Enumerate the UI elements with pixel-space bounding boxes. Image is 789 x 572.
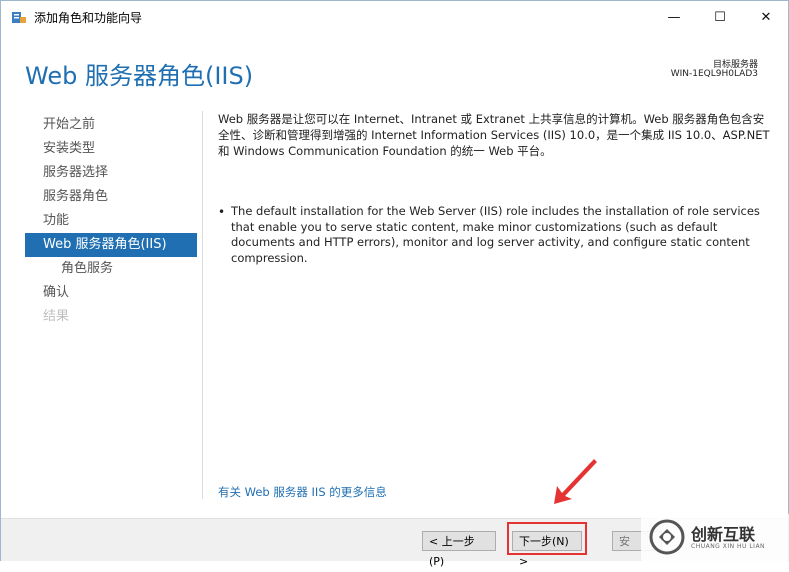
nav-item-results: 结果 [43,309,70,324]
nav-item-before-you-begin[interactable]: 开始之前 [25,113,197,137]
watermark-text: 创新互联 [691,525,756,544]
minimize-button[interactable]: — [651,1,697,33]
nav-item-features[interactable]: 功能 [25,209,197,233]
nav-item-server-selection[interactable]: 服务器选择 [25,161,197,185]
nav-item-installation-type[interactable]: 安装类型 [25,137,197,161]
window-title: 添加角色和功能向导 [34,11,143,25]
nav-divider [202,111,203,499]
note-list-item: • The default installation for the Web S… [218,204,770,266]
bullet-icon: • [218,205,226,219]
watermark-subtext: CHUANG XIN HU LIAN [691,543,766,550]
nav-item-server-roles[interactable]: 服务器角色 [25,185,197,209]
brand-logo-icon [649,519,685,555]
maximize-button[interactable]: ☐ [697,1,743,33]
wizard-nav: 开始之前 安装类型 服务器选择 服务器角色 功能 Web 服务器角色(IIS) … [25,113,197,329]
title-bar: 添加角色和功能向导 — ☐ ✕ [1,1,788,33]
target-server-value: WIN-1EQL9H0LAD3 [670,69,758,79]
nav-item-role-services[interactable]: 角色服务 [25,257,197,281]
close-button[interactable]: ✕ [743,1,789,33]
next-button[interactable]: 下一步(N) > [512,531,582,568]
nav-item-confirmation[interactable]: 确认 [25,281,197,305]
page-title: Web 服务器角色(IIS) [25,62,254,90]
default-installation-note: The default installation for the Web Ser… [231,204,760,265]
watermark-logo: 创新互联 CHUANG XIN HU LIAN [641,513,789,562]
previous-button[interactable]: < 上一步(P) [422,531,496,568]
more-info-link[interactable]: 有关 Web 服务器 IIS 的更多信息 [218,484,387,500]
wizard-window: 添加角色和功能向导 — ☐ ✕ Web 服务器角色(IIS) 目标服务器 WIN… [0,0,789,568]
role-description: Web 服务器是让您可以在 Internet、Intranet 或 Extran… [218,112,770,158]
server-manager-icon [12,12,26,23]
nav-item-web-server-role[interactable]: Web 服务器角色(IIS) [25,233,197,257]
content-pane: Web 服务器是让您可以在 Internet、Intranet 或 Extran… [218,111,770,266]
red-arrow-annotation [554,459,597,504]
